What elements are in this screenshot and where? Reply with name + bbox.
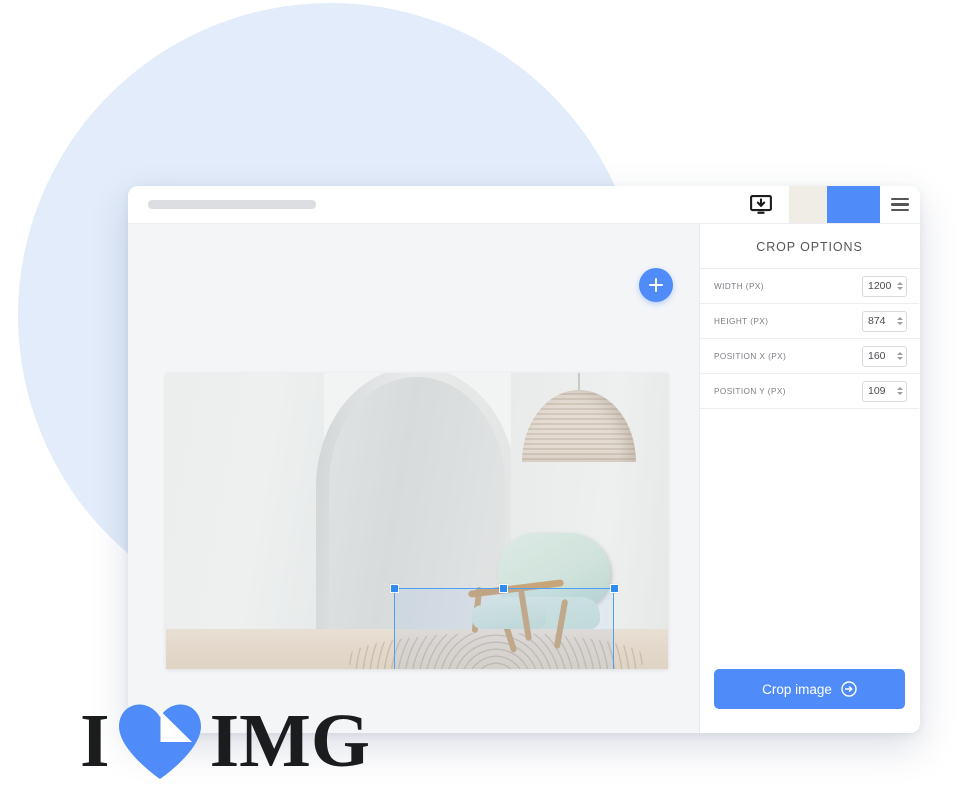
hamburger-menu-button[interactable] (880, 186, 920, 223)
app-window: CROP OPTIONS WIDTH (PX) 1200 HEIGHT (PX)… (128, 186, 920, 733)
download-to-device-icon (750, 194, 772, 214)
window-body: CROP OPTIONS WIDTH (PX) 1200 HEIGHT (PX)… (128, 224, 920, 733)
panel-footer: Crop image (700, 669, 919, 733)
arrow-right-circle-icon (841, 681, 857, 697)
panel-spacer (700, 409, 919, 669)
screenshot-root: CROP OPTIONS WIDTH (PX) 1200 HEIGHT (PX)… (0, 0, 974, 787)
panel-title: CROP OPTIONS (700, 224, 919, 269)
hamburger-menu-icon (891, 197, 909, 212)
toolbar-beige-block[interactable] (789, 186, 827, 223)
download-to-device-button[interactable] (733, 186, 789, 223)
spinner-arrows-icon[interactable] (895, 317, 906, 325)
url-bar-placeholder[interactable] (148, 200, 316, 209)
logo-word-img: IMG (209, 699, 371, 783)
crop-height-value: 874 (868, 315, 886, 327)
iloveimg-logo: I IMG (80, 702, 370, 780)
crop-width-input[interactable]: 1200 (862, 275, 907, 297)
toolbar-actions (733, 186, 920, 223)
option-row-position-x: POSITION X (PX) 160 (700, 339, 919, 374)
crop-options-panel: CROP OPTIONS WIDTH (PX) 1200 HEIGHT (PX)… (700, 224, 919, 733)
browser-toolbar (128, 186, 920, 224)
crop-selection-rectangle[interactable] (389, 583, 619, 669)
image-editor-canvas[interactable] (128, 224, 700, 733)
option-row-position-y: POSITION Y (PX) 109 (700, 374, 919, 409)
option-label-width: WIDTH (PX) (714, 281, 764, 291)
crop-position-x-value: 160 (868, 350, 886, 362)
spinner-arrows-icon[interactable] (895, 352, 906, 360)
crop-position-y-input[interactable]: 109 (862, 380, 907, 402)
heart-image-icon (116, 702, 204, 780)
option-row-width: WIDTH (PX) 1200 (700, 269, 919, 304)
crop-handle-nw[interactable] (389, 583, 399, 593)
option-label-position-x: POSITION X (PX) (714, 351, 787, 361)
option-label-position-y: POSITION Y (PX) (714, 386, 786, 396)
crop-position-x-input[interactable]: 160 (862, 345, 907, 367)
option-label-height: HEIGHT (PX) (714, 316, 769, 326)
logo-letter-i: I (80, 699, 110, 783)
crop-position-y-value: 109 (868, 385, 886, 397)
toolbar-blue-block[interactable] (827, 186, 880, 223)
crop-image-button-label: Crop image (762, 681, 832, 697)
photo-left-wall (166, 373, 324, 635)
option-row-height: HEIGHT (PX) 874 (700, 304, 919, 339)
crop-height-input[interactable]: 874 (862, 310, 907, 332)
spinner-arrows-icon[interactable] (895, 282, 906, 290)
spinner-arrows-icon[interactable] (895, 387, 906, 395)
add-image-button[interactable] (639, 268, 673, 302)
crop-width-value: 1200 (868, 280, 892, 292)
source-image[interactable] (166, 373, 668, 669)
crop-handle-n[interactable] (498, 583, 508, 593)
crop-image-button[interactable]: Crop image (714, 669, 905, 709)
crop-handle-ne[interactable] (609, 583, 619, 593)
